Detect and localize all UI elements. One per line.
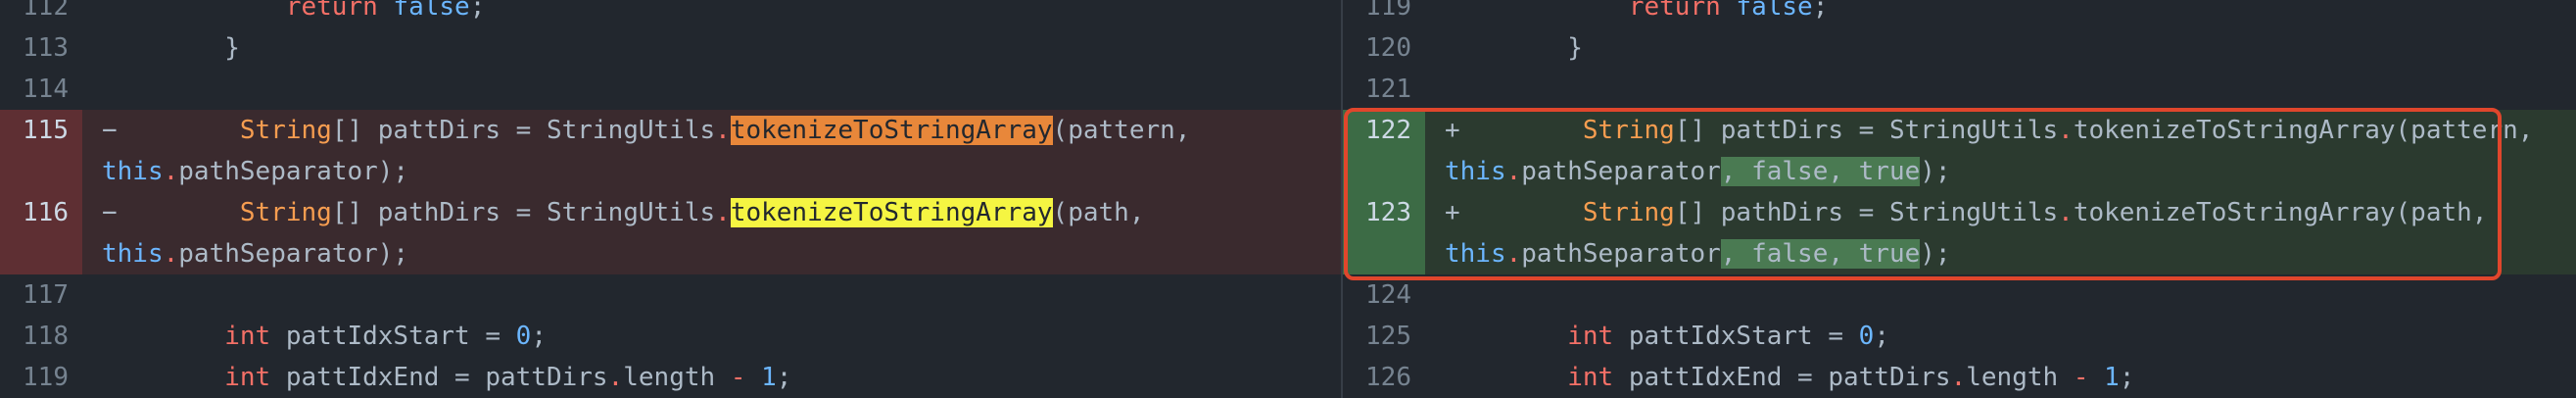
line-number[interactable]: 126 xyxy=(1343,357,1425,398)
line-number[interactable]: 114 xyxy=(0,69,82,110)
highlight-annotation-box xyxy=(1344,108,2502,280)
diff-line: 118 int pattIdxStart = 0; xyxy=(0,316,1341,357)
code-line: } xyxy=(102,33,240,63)
diff-line: 124 xyxy=(1343,274,2576,316)
code-line: int pattIdxEnd = pattDirs.length - 1; xyxy=(224,363,792,392)
diff-line: 125 int pattIdxStart = 0; xyxy=(1343,316,2576,357)
deleted-line: 116 − String[] pathDirs = StringUtils.to… xyxy=(0,192,1341,274)
diff-line: 114 xyxy=(0,69,1341,110)
diff-line: 119 return false; xyxy=(1343,0,2576,27)
code-line: int pattIdxStart = 0; xyxy=(224,322,547,351)
code-line: − String[] pattDirs = StringUtils.tokeni… xyxy=(102,116,1191,186)
left-diff-pane: 112 return false; 113 } 114 115 − String… xyxy=(0,0,1341,398)
line-number[interactable]: 120 xyxy=(1343,27,1425,69)
changed-token: tokenizeToStringArray xyxy=(730,116,1053,145)
diff-line: 120 } xyxy=(1343,27,2576,69)
code-line: return false; xyxy=(1628,0,1829,22)
diff-line: 121 xyxy=(1343,69,2576,110)
diff-line: 113 } xyxy=(0,27,1341,69)
line-number[interactable]: 112 xyxy=(0,0,82,27)
diff-line: 126 int pattIdxEnd = pattDirs.length - 1… xyxy=(1343,357,2576,398)
code-line: return false; xyxy=(285,0,486,22)
changed-token: tokenizeToStringArray xyxy=(730,198,1053,227)
line-number[interactable]: 119 xyxy=(0,357,82,398)
code-line: int pattIdxEnd = pattDirs.length - 1; xyxy=(1567,363,2135,392)
line-number[interactable]: 113 xyxy=(0,27,82,69)
diff-line: 119 int pattIdxEnd = pattDirs.length - 1… xyxy=(0,357,1341,398)
code-line: − String[] pathDirs = StringUtils.tokeni… xyxy=(102,198,1145,269)
line-number[interactable]: 121 xyxy=(1343,69,1425,110)
code-line: int pattIdxStart = 0; xyxy=(1567,322,1889,351)
code-line: } xyxy=(1445,33,1583,63)
line-number[interactable]: 117 xyxy=(0,274,82,316)
diff-line: 117 xyxy=(0,274,1341,316)
line-number[interactable]: 119 xyxy=(1343,0,1425,27)
diff-line: 112 return false; xyxy=(0,0,1341,27)
line-number[interactable]: 124 xyxy=(1343,274,1425,316)
deleted-line: 115 − String[] pattDirs = StringUtils.to… xyxy=(0,110,1341,192)
line-number[interactable]: 118 xyxy=(0,316,82,357)
line-number[interactable]: 125 xyxy=(1343,316,1425,357)
